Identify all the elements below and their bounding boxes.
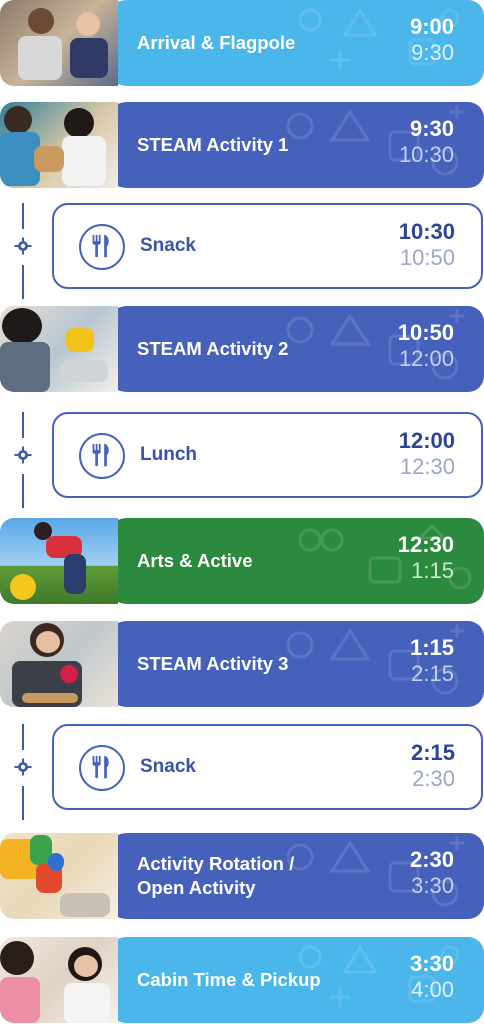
activity-photo (0, 0, 118, 86)
time-range: 10:30 10:50 (399, 219, 455, 271)
activity-band: STEAM Activity 2 10:50 12:00 (100, 306, 484, 392)
end-time: 12:30 (399, 454, 455, 479)
activity-title: Arrival & Flagpole (137, 32, 296, 53)
schedule-row-cabin-time: Cabin Time & Pickup 3:30 4:00 (0, 937, 484, 1023)
time-range: 2:30 3:30 (410, 847, 454, 899)
end-time: 10:50 (399, 245, 455, 270)
meal-title: Snack (140, 756, 196, 777)
start-time: 10:50 (397, 320, 454, 345)
end-time: 10:30 (398, 142, 454, 167)
end-time: 12:00 (398, 346, 454, 371)
schedule-row-lunch: Lunch 12:00 12:30 (0, 412, 484, 508)
activity-band: STEAM Activity 3 1:15 2:15 (100, 621, 484, 707)
activity-photo (0, 621, 118, 707)
rail-line (22, 203, 24, 229)
activity-title: Arts & Active (137, 550, 253, 571)
start-time: 12:00 (398, 428, 455, 453)
activity-card[interactable]: Activity Rotation / Open Activity 2:30 3… (0, 833, 484, 919)
time-range: 9:00 9:30 (410, 14, 454, 66)
rail-line (22, 786, 24, 820)
fork-knife-icon (79, 745, 125, 791)
activity-card[interactable]: STEAM Activity 3 1:15 2:15 (0, 621, 484, 707)
timeline-rail (14, 724, 32, 820)
time-range: 9:30 10:30 (399, 116, 454, 168)
start-time: 2:30 (409, 847, 454, 872)
schedule-row-snack-2: Snack 2:15 2:30 (0, 724, 484, 820)
gear-icon (14, 446, 32, 464)
start-time: 2:15 (410, 740, 455, 765)
meal-title: Snack (140, 235, 196, 256)
schedule-row-snack-1: Snack 10:30 10:50 (0, 203, 484, 299)
schedule-row-steam-1: STEAM Activity 1 9:30 10:30 (0, 102, 484, 188)
end-time: 1:15 (411, 558, 454, 583)
start-time: 9:00 (409, 14, 454, 39)
time-range: 3:30 4:00 (410, 951, 454, 1003)
activity-card[interactable]: Arrival & Flagpole 9:00 9:30 (0, 0, 484, 86)
meal-card[interactable]: Lunch 12:00 12:30 (52, 412, 483, 498)
activity-title: STEAM Activity 2 (137, 338, 289, 359)
meal-card[interactable]: Snack 10:30 10:50 (52, 203, 483, 289)
activity-photo (0, 833, 118, 919)
activity-card[interactable]: STEAM Activity 2 10:50 12:00 (0, 306, 484, 392)
activity-card[interactable]: Arts & Active 12:30 1:15 (0, 518, 484, 604)
activity-card[interactable]: STEAM Activity 1 9:30 10:30 (0, 102, 484, 188)
schedule-row-arrival: Arrival & Flagpole 9:00 9:30 (0, 0, 484, 86)
gear-icon (14, 758, 32, 776)
activity-title: Activity Rotation / Open Activity (137, 853, 295, 898)
activity-photo (0, 937, 118, 1023)
end-time: 2:30 (412, 766, 455, 791)
activity-band: Arrival & Flagpole 9:00 9:30 (100, 0, 484, 86)
schedule-row-activity-rotation: Activity Rotation / Open Activity 2:30 3… (0, 833, 484, 919)
timeline-rail (14, 412, 32, 508)
schedule-row-steam-2: STEAM Activity 2 10:50 12:00 (0, 306, 484, 392)
activity-photo (0, 102, 118, 188)
fork-knife-icon (79, 224, 125, 270)
activity-band: STEAM Activity 1 9:30 10:30 (100, 102, 484, 188)
activity-band: Cabin Time & Pickup 3:30 4:00 (100, 937, 484, 1023)
rail-line (22, 412, 24, 438)
time-range: 2:15 2:30 (411, 740, 455, 792)
activity-band: Activity Rotation / Open Activity 2:30 3… (100, 833, 484, 919)
time-range: 1:15 2:15 (410, 635, 454, 687)
end-time: 4:00 (411, 977, 454, 1002)
rail-line (22, 724, 24, 750)
fork-knife-icon (79, 433, 125, 479)
end-time: 2:15 (411, 661, 454, 686)
start-time: 1:15 (409, 635, 454, 660)
rail-line (22, 474, 24, 508)
schedule-row-steam-3: STEAM Activity 3 1:15 2:15 (0, 621, 484, 707)
activity-title: Cabin Time & Pickup (137, 969, 321, 990)
end-time: 3:30 (411, 873, 454, 898)
schedule-row-arts-active: Arts & Active 12:30 1:15 (0, 518, 484, 604)
activity-photo (0, 306, 118, 392)
meal-title: Lunch (140, 444, 197, 465)
time-range: 12:00 12:30 (399, 428, 455, 480)
meal-card[interactable]: Snack 2:15 2:30 (52, 724, 483, 810)
activity-band: Arts & Active 12:30 1:15 (100, 518, 484, 604)
activity-title: STEAM Activity 1 (137, 134, 289, 155)
time-range: 12:30 1:15 (398, 532, 454, 584)
start-time: 12:30 (397, 532, 454, 557)
activity-title: STEAM Activity 3 (137, 653, 289, 674)
gear-icon (14, 237, 32, 255)
activity-card[interactable]: Cabin Time & Pickup 3:30 4:00 (0, 937, 484, 1023)
start-time: 10:30 (398, 219, 455, 244)
activity-photo (0, 518, 118, 604)
start-time: 3:30 (409, 951, 454, 976)
timeline-rail (14, 203, 32, 299)
start-time: 9:30 (409, 116, 454, 141)
rail-line (22, 265, 24, 299)
time-range: 10:50 12:00 (398, 320, 454, 372)
end-time: 9:30 (411, 40, 454, 65)
